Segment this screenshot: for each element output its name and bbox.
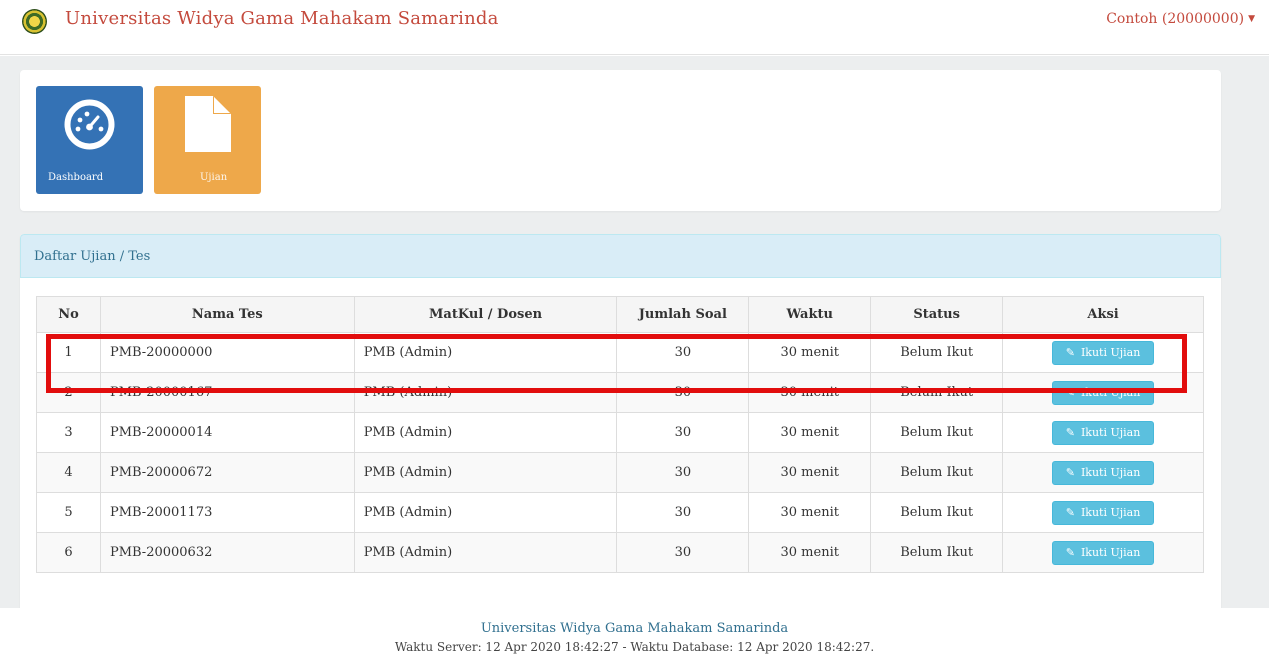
column-header: Aksi — [1002, 296, 1204, 333]
dashboard-gauge-icon — [64, 99, 115, 150]
cell-aksi: ✎ Ikuti Ujian — [1002, 332, 1204, 373]
cell-jumlah-soal: 30 — [616, 452, 750, 493]
cell-jumlah-soal: 30 — [616, 532, 750, 573]
cell-matkul: PMB (Admin) — [353, 492, 618, 533]
document-icon — [185, 96, 231, 152]
exam-list-panel: Daftar Ujian / Tes No Nama Tes MatKul / … — [20, 234, 1221, 614]
pencil-icon: ✎ — [1065, 386, 1075, 399]
cell-no: 3 — [36, 412, 101, 453]
cell-no: 2 — [36, 372, 101, 413]
dashboard-tile[interactable]: Dashboard — [36, 86, 143, 194]
ikuti-ujian-button[interactable]: ✎ Ikuti Ujian — [1052, 500, 1155, 525]
ikuti-ujian-button[interactable]: ✎ Ikuti Ujian — [1052, 340, 1155, 365]
pencil-icon: ✎ — [1065, 346, 1075, 359]
menu-panel: Dashboard Ujian — [20, 70, 1221, 211]
cell-no: 6 — [36, 532, 101, 573]
cell-no: 5 — [36, 492, 101, 533]
cell-aksi: ✎ Ikuti Ujian — [1002, 412, 1204, 453]
dashboard-tile-label: Dashboard — [48, 172, 104, 183]
ikuti-ujian-button[interactable]: ✎ Ikuti Ujian — [1052, 460, 1155, 485]
ujian-tile-label: Ujian — [200, 172, 228, 183]
ujian-tile[interactable]: Ujian — [154, 86, 261, 194]
footer — [0, 608, 1269, 666]
cell-nama-tes: PMB-20000672 — [99, 452, 355, 493]
pencil-icon: ✎ — [1065, 466, 1075, 479]
cell-jumlah-soal: 30 — [616, 332, 750, 373]
user-menu[interactable]: Contoh (20000000) ▼ — [1106, 11, 1255, 27]
column-header: Status — [870, 296, 1004, 333]
cell-status: Belum Ikut — [870, 372, 1004, 413]
cell-aksi: ✎ Ikuti Ujian — [1002, 452, 1204, 493]
cell-nama-tes: PMB-20001173 — [99, 492, 355, 533]
cell-status: Belum Ikut — [870, 492, 1004, 533]
cell-nama-tes: PMB-20000000 — [99, 332, 355, 373]
cell-aksi: ✎ Ikuti Ujian — [1002, 492, 1204, 533]
ikuti-ujian-button[interactable]: ✎ Ikuti Ujian — [1052, 540, 1155, 565]
cell-jumlah-soal: 30 — [616, 492, 750, 533]
cell-no: 4 — [36, 452, 101, 493]
cell-matkul: PMB (Admin) — [353, 332, 618, 373]
cell-waktu: 30 menit — [748, 492, 872, 533]
pencil-icon: ✎ — [1065, 546, 1075, 559]
cell-aksi: ✎ Ikuti Ujian — [1002, 532, 1204, 573]
cell-status: Belum Ikut — [870, 532, 1004, 573]
cell-waktu: 30 menit — [748, 332, 872, 373]
pencil-icon: ✎ — [1065, 506, 1075, 519]
cell-status: Belum Ikut — [870, 452, 1004, 493]
cell-status: Belum Ikut — [870, 412, 1004, 453]
cell-jumlah-soal: 30 — [616, 372, 750, 413]
ikuti-ujian-button[interactable]: ✎ Ikuti Ujian — [1052, 420, 1155, 445]
table-row: 3 PMB-20000014 PMB (Admin) 30 30 menit B… — [36, 412, 1204, 453]
user-name: Contoh (20000000) — [1106, 11, 1245, 27]
column-header: Waktu — [748, 296, 872, 333]
cell-no: 1 — [36, 332, 101, 373]
cell-waktu: 30 menit — [748, 372, 872, 413]
cell-status: Belum Ikut — [870, 332, 1004, 373]
ikuti-ujian-label: Ikuti Ujian — [1080, 506, 1141, 519]
cell-waktu: 30 menit — [748, 412, 872, 453]
table-row: 2 PMB-20000167 PMB (Admin) 30 30 menit B… — [36, 372, 1204, 413]
column-header: No — [36, 296, 101, 333]
cell-matkul: PMB (Admin) — [353, 412, 618, 453]
footer-server-time: Waktu Server: 12 Apr 2020 18:42:27 - Wak… — [394, 640, 875, 654]
cell-nama-tes: PMB-20000167 — [99, 372, 355, 413]
panel-header: Daftar Ujian / Tes — [20, 234, 1221, 278]
table-row: 5 PMB-20001173 PMB (Admin) 30 30 menit B… — [36, 492, 1204, 533]
table-row: 4 PMB-20000672 PMB (Admin) 30 30 menit B… — [36, 452, 1204, 493]
cell-nama-tes: PMB-20000632 — [99, 532, 355, 573]
cell-waktu: 30 menit — [748, 452, 872, 493]
column-header: Nama Tes — [99, 296, 355, 333]
column-header: Jumlah Soal — [616, 296, 750, 333]
ikuti-ujian-label: Ikuti Ujian — [1080, 466, 1141, 479]
footer-university-name: Universitas Widya Gama Mahakam Samarinda — [480, 621, 789, 636]
column-header: MatKul / Dosen — [353, 296, 618, 333]
navbar: Universitas Widya Gama Mahakam Samarinda… — [0, 0, 1269, 55]
ikuti-ujian-label: Ikuti Ujian — [1080, 346, 1141, 359]
caret-down-icon: ▼ — [1248, 14, 1255, 24]
table-row: 6 PMB-20000632 PMB (Admin) 30 30 menit B… — [36, 532, 1204, 573]
brand-title[interactable]: Universitas Widya Gama Mahakam Samarinda — [65, 8, 499, 29]
ikuti-ujian-label: Ikuti Ujian — [1080, 426, 1141, 439]
university-seal-icon — [22, 9, 47, 34]
cell-nama-tes: PMB-20000014 — [99, 412, 355, 453]
table-header-row: No Nama Tes MatKul / Dosen Jumlah Soal W… — [36, 296, 1204, 333]
ikuti-ujian-label: Ikuti Ujian — [1080, 546, 1141, 559]
cell-matkul: PMB (Admin) — [353, 532, 618, 573]
table-row: 1 PMB-20000000 PMB (Admin) 30 30 menit B… — [36, 332, 1204, 373]
ikuti-ujian-button[interactable]: ✎ Ikuti Ujian — [1052, 380, 1155, 405]
cell-jumlah-soal: 30 — [616, 412, 750, 453]
pencil-icon: ✎ — [1065, 426, 1075, 439]
ikuti-ujian-label: Ikuti Ujian — [1080, 386, 1141, 399]
cell-waktu: 30 menit — [748, 532, 872, 573]
panel-title: Daftar Ujian / Tes — [34, 249, 151, 264]
cell-matkul: PMB (Admin) — [353, 372, 618, 413]
cell-aksi: ✎ Ikuti Ujian — [1002, 372, 1204, 413]
cell-matkul: PMB (Admin) — [353, 452, 618, 493]
exam-table: No Nama Tes MatKul / Dosen Jumlah Soal W… — [36, 296, 1204, 573]
